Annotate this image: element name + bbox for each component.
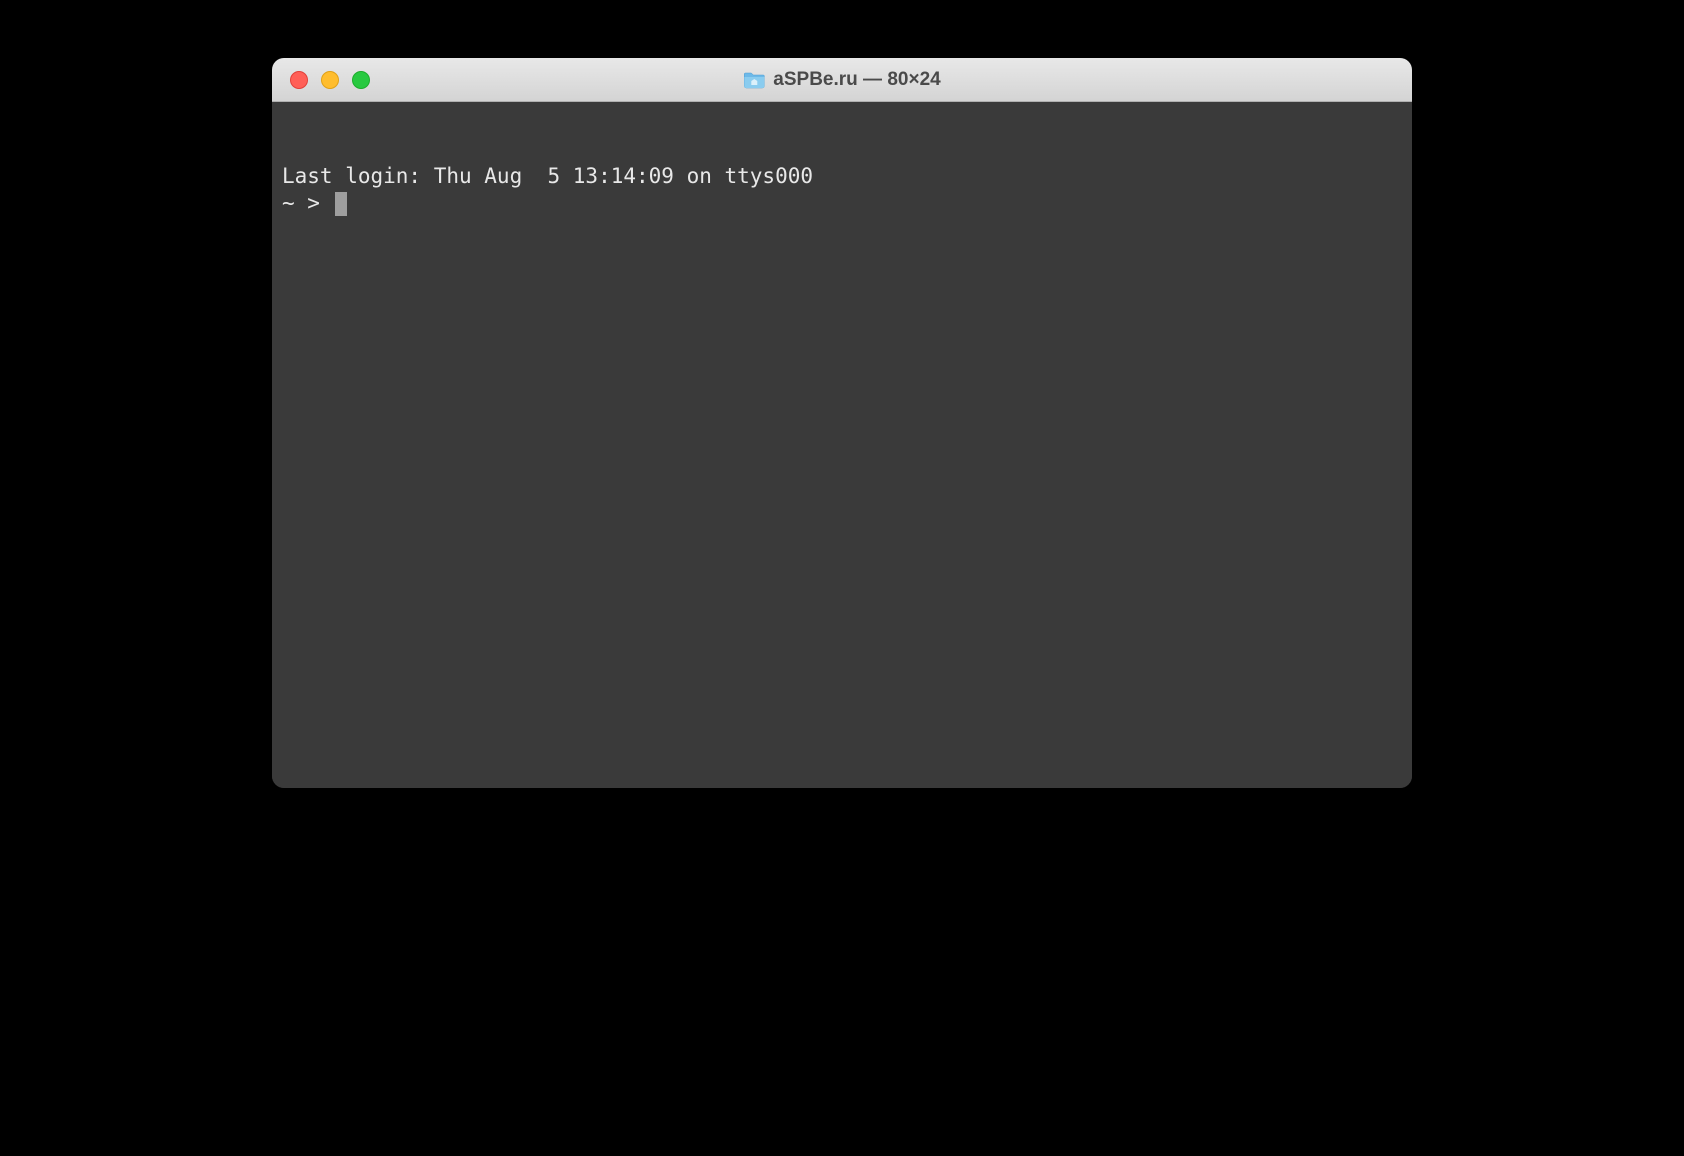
prompt-line: ~ > <box>282 190 1402 217</box>
home-folder-icon <box>743 71 765 89</box>
minimize-button[interactable] <box>321 71 339 89</box>
close-button[interactable] <box>290 71 308 89</box>
prompt-text: ~ > <box>282 190 333 217</box>
zoom-button[interactable] <box>352 71 370 89</box>
last-login-text: Last login: Thu Aug 5 13:14:09 on ttys00… <box>282 163 1402 190</box>
titlebar[interactable]: aSPBe.ru — 80×24 <box>272 58 1412 102</box>
terminal-body[interactable]: Last login: Thu Aug 5 13:14:09 on ttys00… <box>272 102 1412 788</box>
terminal-window: aSPBe.ru — 80×24 Last login: Thu Aug 5 1… <box>272 58 1412 788</box>
cursor <box>335 192 347 216</box>
title-container: aSPBe.ru — 80×24 <box>743 69 940 91</box>
traffic-lights <box>272 71 370 89</box>
window-title: aSPBe.ru — 80×24 <box>773 69 940 91</box>
